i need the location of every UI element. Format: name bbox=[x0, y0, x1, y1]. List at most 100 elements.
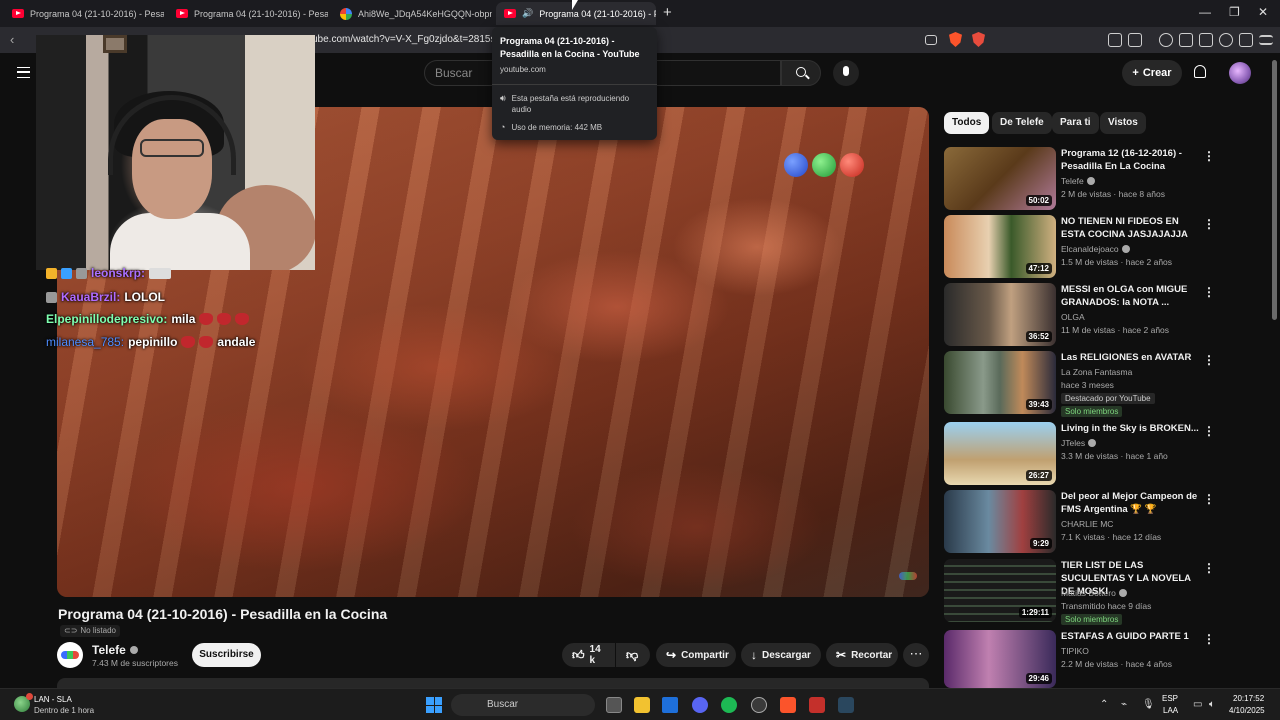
channel-watermark[interactable] bbox=[899, 572, 917, 580]
media-icon[interactable] bbox=[1159, 33, 1173, 47]
language-top[interactable]: ESP bbox=[1162, 694, 1178, 703]
share-icon: ↪ bbox=[666, 648, 677, 662]
speaker-icon[interactable]: 🔊 bbox=[522, 8, 533, 19]
recommendation-title[interactable]: Las RELIGIONES en AVATAR bbox=[1061, 351, 1199, 364]
channel-avatar[interactable] bbox=[57, 642, 83, 668]
brave-shields-icon[interactable] bbox=[949, 32, 962, 47]
recommendation-channel[interactable]: CHARLIE MC bbox=[1061, 519, 1113, 529]
steam-client-icon[interactable] bbox=[838, 697, 854, 713]
recommendation-title[interactable]: Del peor al Mejor Campeon de FMS Argenti… bbox=[1061, 490, 1199, 516]
chip-all[interactable]: Todos bbox=[944, 112, 990, 134]
minimize-icon[interactable]: — bbox=[1199, 5, 1211, 19]
taskbar-search[interactable]: Buscar bbox=[451, 694, 595, 716]
kebab-menu-icon[interactable]: ⋮ bbox=[1203, 353, 1215, 367]
share-button[interactable]: ↪ Compartir bbox=[656, 643, 736, 667]
clock-date[interactable]: 4/10/2025 bbox=[1229, 706, 1265, 715]
wallet-icon[interactable] bbox=[1199, 33, 1213, 47]
mic-icon[interactable]: 🎙︎ bbox=[1142, 699, 1155, 710]
video-thumbnail[interactable]: 39:43 bbox=[944, 351, 1056, 414]
weather-icon[interactable] bbox=[14, 693, 33, 712]
language-bottom[interactable]: LAA bbox=[1163, 706, 1178, 715]
kebab-menu-icon[interactable]: ⋮ bbox=[1203, 492, 1215, 506]
recommendation-channel[interactable]: JTeles bbox=[1061, 438, 1097, 448]
hamburger-menu-icon[interactable] bbox=[17, 67, 30, 78]
download-button[interactable]: ↓ Descargar bbox=[741, 643, 821, 667]
chip-from-channel[interactable]: De Telefe bbox=[992, 112, 1052, 134]
chevron-up-icon[interactable]: ⌃ bbox=[1100, 699, 1108, 710]
browser-tab-2[interactable]: Programa 04 (21-10-2016) - Pesadilla bbox=[168, 2, 328, 25]
video-thumbnail[interactable]: 9:29 bbox=[944, 490, 1056, 553]
file-explorer-icon[interactable] bbox=[634, 697, 650, 713]
recommendation-title[interactable]: Living in the Sky is BROKEN... bbox=[1061, 422, 1199, 435]
kebab-menu-icon[interactable]: ⋮ bbox=[1203, 285, 1215, 299]
extensions-icon[interactable] bbox=[1108, 33, 1122, 47]
recommendation-channel[interactable]: Matias Bottero bbox=[1061, 588, 1127, 598]
voice-search-button[interactable] bbox=[833, 60, 859, 86]
task-view-icon[interactable] bbox=[606, 697, 622, 713]
menu-icon[interactable] bbox=[1259, 35, 1273, 45]
sidebar-icon[interactable] bbox=[1179, 33, 1193, 47]
chip-for-you[interactable]: Para ti bbox=[1052, 112, 1099, 134]
network-icon[interactable]: ⌁ bbox=[1121, 699, 1127, 710]
screenshot-icon[interactable] bbox=[1128, 33, 1142, 47]
search-button[interactable] bbox=[781, 60, 821, 86]
video-thumbnail[interactable]: 36:52 bbox=[944, 283, 1056, 346]
kebab-menu-icon[interactable]: ⋮ bbox=[1203, 561, 1215, 575]
bing-icon[interactable] bbox=[662, 697, 678, 713]
chip-watched[interactable]: Vistos bbox=[1100, 112, 1146, 134]
recommendation-title[interactable]: MESSI en OLGA con MIGUE GRANADOS: la NOT… bbox=[1061, 283, 1199, 309]
clock-time[interactable]: 20:17:52 bbox=[1233, 694, 1264, 703]
obs-icon[interactable] bbox=[809, 697, 825, 713]
kebab-menu-icon[interactable]: ⋮ bbox=[1203, 217, 1215, 231]
recommendation-channel[interactable]: Telefe bbox=[1061, 176, 1095, 186]
more-actions-button[interactable]: ⋯ bbox=[903, 643, 929, 667]
video-thumbnail[interactable]: 26:27 bbox=[944, 422, 1056, 485]
recommendation-channel[interactable]: La Zona Fantasma bbox=[1061, 367, 1132, 377]
account-avatar[interactable] bbox=[1229, 62, 1251, 84]
leo-ai-icon[interactable] bbox=[1219, 33, 1233, 47]
recommendation-channel[interactable]: TIPIKO bbox=[1061, 646, 1089, 656]
create-button[interactable]: + Crear bbox=[1122, 60, 1182, 86]
kebab-menu-icon[interactable]: ⋮ bbox=[1203, 632, 1215, 646]
notifications-bell-icon[interactable] bbox=[1194, 65, 1206, 78]
description-box[interactable] bbox=[57, 678, 929, 688]
visibility-label: No listado bbox=[80, 626, 116, 635]
recommendation-channel[interactable]: OLGA bbox=[1061, 312, 1085, 322]
weather-title[interactable]: LAN - SLA bbox=[34, 695, 72, 704]
weather-subtitle[interactable]: Dentro de 1 hora bbox=[34, 706, 94, 715]
volume-icon[interactable]: 🔈︎ bbox=[1209, 699, 1215, 710]
browser-tab-1[interactable]: Programa 04 (21-10-2016) - Pesadilla bbox=[4, 2, 164, 25]
recommendation-title[interactable]: NO TIENEN NI FIDEOS EN ESTA COCINA JASJA… bbox=[1061, 215, 1199, 241]
steam-icon[interactable] bbox=[751, 697, 767, 713]
kebab-menu-icon[interactable]: ⋮ bbox=[1203, 149, 1215, 163]
brave-icon[interactable] bbox=[780, 697, 796, 713]
subscribe-button[interactable]: Suscribirse bbox=[192, 643, 261, 667]
vpn-icon[interactable] bbox=[1239, 33, 1253, 47]
dislike-button[interactable]: 👎︎ bbox=[616, 643, 650, 667]
video-thumbnail[interactable]: 29:46 bbox=[944, 630, 1056, 688]
kebab-menu-icon[interactable]: ⋮ bbox=[1203, 424, 1215, 438]
recommendation-meta: 1.5 M de vistas · hace 2 años bbox=[1061, 257, 1173, 267]
browser-tab-3[interactable]: Ahi8We_JDqA54KeHGQQN-obpm-9t bbox=[332, 2, 492, 25]
channel-name-link[interactable]: Telefe bbox=[92, 643, 138, 657]
cast-icon[interactable] bbox=[925, 35, 937, 45]
page-scrollbar[interactable] bbox=[1272, 60, 1277, 320]
video-thumbnail[interactable]: 50:02 bbox=[944, 147, 1056, 210]
like-button[interactable]: 👍︎ 14 k bbox=[562, 643, 615, 667]
recommendation-channel[interactable]: Elcanaldejoaco bbox=[1061, 244, 1130, 254]
new-tab-icon[interactable]: + bbox=[663, 4, 672, 21]
display-icon[interactable]: ▭ bbox=[1193, 699, 1202, 710]
clip-button[interactable]: ✂ Recortar bbox=[826, 643, 898, 667]
video-thumbnail[interactable]: 1:29:11 bbox=[944, 559, 1056, 622]
brave-rewards-icon[interactable] bbox=[972, 32, 985, 47]
discord-icon[interactable] bbox=[692, 697, 708, 713]
recommendation-title[interactable]: Programa 12 (16-12-2016) - Pesadilla En … bbox=[1061, 147, 1199, 173]
back-icon[interactable]: ‹ bbox=[10, 32, 14, 47]
recommendation-meta: 11 M de vistas · hace 2 años bbox=[1061, 325, 1170, 335]
recommendation-title[interactable]: ESTAFAS A GUIDO PARTE 1 bbox=[1061, 630, 1199, 643]
windows-start-icon[interactable] bbox=[426, 697, 442, 713]
spotify-icon[interactable] bbox=[721, 697, 737, 713]
maximize-icon[interactable]: ❐ bbox=[1229, 5, 1240, 19]
video-thumbnail[interactable]: 47:12 bbox=[944, 215, 1056, 278]
window-close-icon[interactable]: ✕ bbox=[1258, 5, 1268, 19]
